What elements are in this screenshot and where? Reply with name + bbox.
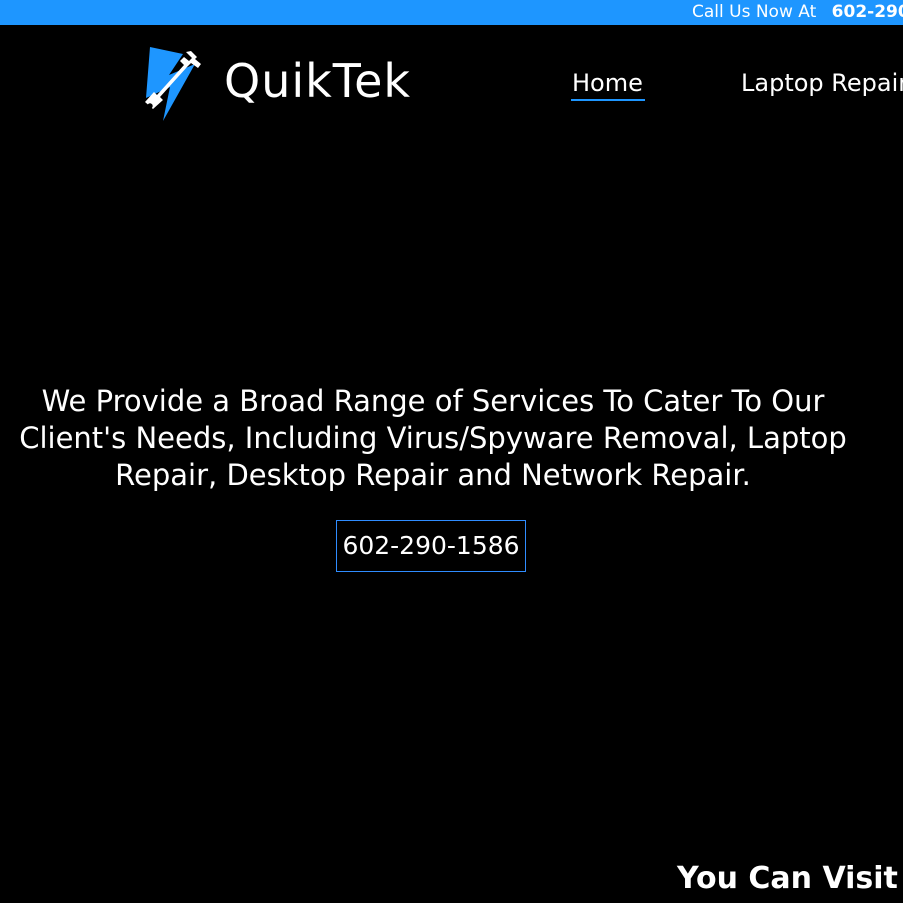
call-us-label: Call Us Now At xyxy=(692,2,817,22)
services-description: We Provide a Broad Range of Services To … xyxy=(19,384,847,492)
brand-logo-link[interactable]: QuikTek xyxy=(140,47,430,121)
brand-name: QuikTek xyxy=(224,54,412,108)
nav-home-link[interactable]: Home xyxy=(572,68,643,98)
wrench-lightning-icon xyxy=(145,47,201,121)
visit-us-heading: You Can Visit U xyxy=(677,861,903,896)
site-header: QuikTek Home Laptop Repair xyxy=(0,25,903,135)
top-contact-content: Call Us Now At 602-290 xyxy=(692,2,903,22)
active-nav-underline xyxy=(571,99,645,101)
top-contact-bar: Call Us Now At 602-290 xyxy=(0,0,903,25)
page: Call Us Now At 602-290 QuikTek Home Lapt… xyxy=(0,0,903,903)
nav-laptop-repair-link[interactable]: Laptop Repair xyxy=(741,68,903,98)
call-phone-button[interactable]: 602-290-1586 xyxy=(336,520,526,572)
top-phone-link[interactable]: 602-290 xyxy=(832,2,903,22)
